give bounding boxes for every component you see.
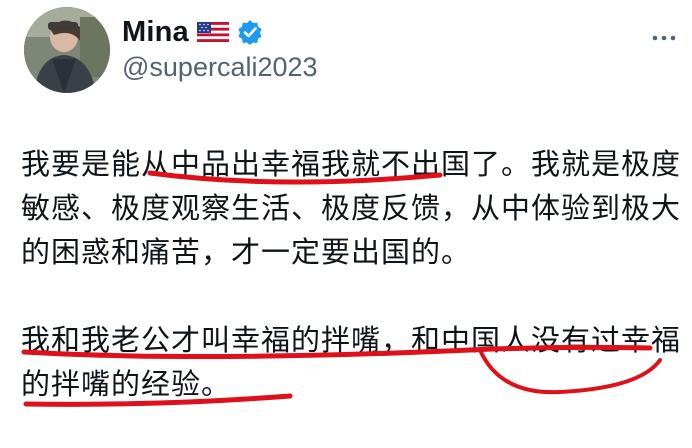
- avatar[interactable]: [24, 7, 110, 93]
- avatar-photo: [24, 7, 110, 93]
- author-handle[interactable]: @supercali2023: [122, 52, 318, 83]
- verified-badge-icon: [237, 19, 263, 45]
- more-options-icon[interactable]: [652, 28, 676, 41]
- author-display-name[interactable]: Mina: [122, 16, 189, 49]
- tweet-card: Mina @supercali2023 我要是能从中品出幸福我就不出国了。我就是…: [0, 0, 692, 448]
- tweet-paragraph-2: 我和我老公才叫幸福的拌嘴，和中国人没有过幸福的拌嘴的经验。: [21, 323, 682, 401]
- author-row: Mina: [122, 12, 263, 52]
- tweet-paragraph-1: 我要是能从中品出幸福我就不出国了。我就是极度敏感、极度观察生活、极度反馈，从中体…: [21, 147, 682, 269]
- us-flag-icon: [196, 22, 229, 42]
- tweet-text: 我要是能从中品出幸福我就不出国了。我就是极度敏感、极度观察生活、极度反馈，从中体…: [21, 142, 681, 406]
